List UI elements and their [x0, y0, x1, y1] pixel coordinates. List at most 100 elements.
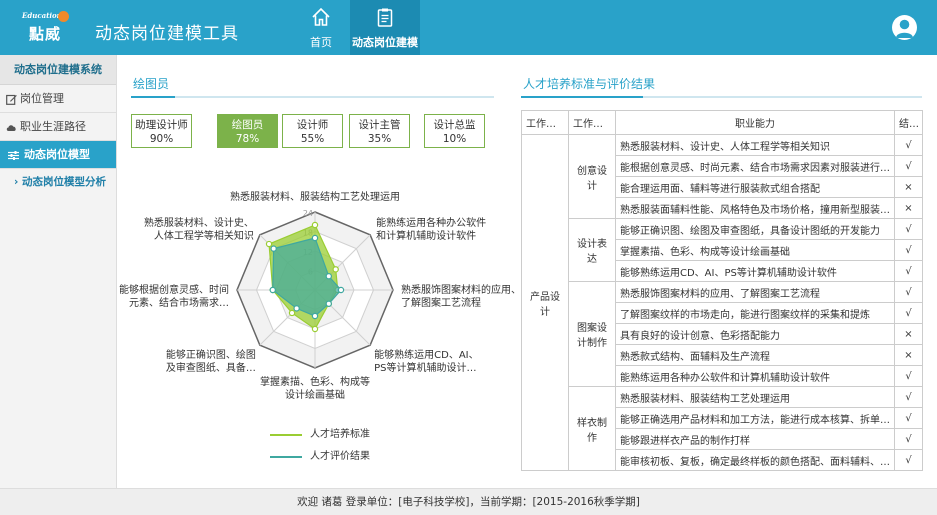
- radar-point: [325, 273, 332, 280]
- radar-axis-label: 掌握素描、色彩、构成等 设计绘画基础: [260, 376, 370, 402]
- radar-axis-label: 熟悉服装材料、设计史、 人体工程学等相关知识: [144, 217, 254, 243]
- role-name: 绘图员: [231, 119, 264, 131]
- ability-cell: 具有良好的设计创意、色彩搭配能力: [615, 323, 895, 345]
- radar-point: [311, 221, 319, 229]
- result-cell: √: [894, 260, 923, 282]
- home-icon: [312, 7, 330, 26]
- radar-axis-label: 熟悉服饰图案材料的应用、 了解图案工艺流程: [401, 284, 521, 310]
- result-cell: √: [894, 134, 923, 156]
- task-cell: 图案设计制作: [568, 281, 616, 387]
- logo-text-top: Education: [22, 11, 62, 20]
- role-button-design-supervisor[interactable]: 设计主管 35%: [349, 114, 410, 148]
- col-header: 工作项目: [521, 110, 569, 135]
- radar-axis-label-line: 能熟练运用各种办公软件: [376, 217, 487, 229]
- ability-cell: 能够正确识图、绘图及审查图纸，具备设计图纸的开发能力: [615, 218, 895, 240]
- result-cell: ×: [894, 176, 923, 198]
- sidebar-item-career-path[interactable]: 职业生涯路径: [0, 113, 116, 141]
- radar-axis-label-line: 熟悉服装材料、设计史、: [143, 217, 254, 229]
- radar-axis-label-line: PS等计算机辅助设计…: [374, 363, 477, 375]
- top-header: Education 點威 动态岗位建模工具 首页 动态岗位建模: [0, 0, 937, 55]
- left-panel-divider: [131, 96, 494, 98]
- result-cell: ×: [894, 323, 923, 345]
- role-button-draftsman[interactable]: 绘图员 78%: [217, 114, 278, 148]
- sliders-icon: [8, 151, 19, 160]
- radar-axis-label-line: 能够根据创意灵感、时间: [119, 285, 229, 296]
- task-cell: 样衣制作: [568, 386, 616, 471]
- radar-point: [293, 305, 300, 312]
- radar-axis-label-line: 设计绘画基础: [285, 390, 345, 401]
- ability-cell: 能够熟练运用CD、AI、PS等计算机辅助设计软件: [615, 260, 895, 282]
- ability-cell: 能根据创意灵感、时尚元素、结合市场需求因素对服装进行初…: [615, 155, 895, 177]
- radar-axis-label-line: 能够正确识图、绘图: [165, 350, 256, 362]
- result-cell: √: [894, 281, 923, 303]
- radar-tick-label: 24: [303, 209, 313, 218]
- result-cell: √: [894, 218, 923, 240]
- ability-cell: 能够正确选用产品材料和加工方法，能进行成本核算、拆单…: [615, 407, 895, 429]
- table-row: 设计表达 能够正确识图、绘图及审查图纸，具备设计图纸的开发能力 √: [522, 218, 923, 282]
- nav-dynamic-modeling[interactable]: 动态岗位建模: [350, 0, 420, 55]
- nav-home-label: 首页: [310, 36, 332, 49]
- ability-cell: 熟悉服装面辅料性能、风格特色及市场价格，撞用新型服装面…: [615, 197, 895, 219]
- radar-axis-label-line: 元素、结合市场需求…: [129, 298, 229, 309]
- role-name: 设计总监: [433, 119, 476, 131]
- footer: 欢迎 诸葛 登录单位：[电子科技学校]，当前学期：[2015-2016秋季学期]: [0, 488, 937, 515]
- app-title: 动态岗位建模工具: [95, 24, 239, 44]
- radar-axis-label: 能够正确识图、绘图 及审查图纸、具备…: [166, 349, 256, 375]
- role-name: 助理设计师: [135, 119, 188, 131]
- result-cell: √: [894, 302, 923, 324]
- radar-axis-label: 熟悉服装材料、服装结构工艺处理运用: [230, 191, 400, 204]
- role-name: 设计师: [296, 119, 329, 131]
- radar-point: [270, 245, 277, 252]
- role-pct: 55%: [300, 133, 325, 145]
- sidebar-item-label: 动态岗位模型: [24, 148, 90, 161]
- radar-axis-label: 能够根据创意灵感、时间元素、结合市场需求…: [119, 284, 229, 310]
- ability-cell: 能够跟进样衣产品的制作打样: [615, 428, 895, 450]
- ability-cell: 熟悉服饰图案材料的应用、了解图案工艺流程: [615, 281, 895, 303]
- sidebar-subitem-model-analysis[interactable]: › 动态岗位模型分析: [0, 169, 116, 195]
- radar-axis-label-line: 人体工程学等相关知识: [153, 230, 254, 242]
- role-button-assistant-designer[interactable]: 助理设计师 90%: [131, 114, 192, 148]
- radar-axis-label-line: 和计算机辅助设计软件: [376, 230, 477, 242]
- sidebar-item-label: 岗位管理: [20, 92, 64, 105]
- sidebar-title: 动态岗位建模系统: [0, 55, 116, 85]
- radar-axis-label-line: 及审查图纸、具备…: [165, 363, 256, 375]
- role-button-design-director[interactable]: 设计总监 10%: [424, 114, 485, 148]
- radar-point: [269, 286, 276, 294]
- role-pct: 10%: [442, 133, 467, 145]
- radar-point: [311, 312, 319, 320]
- legend-swatch: [270, 456, 302, 458]
- evaluation-table: 工作项目 工作任务 职业能力 结果 产品设计 创意设计 熟悉服装材料、设计史、人…: [521, 110, 923, 471]
- role-button-designer[interactable]: 设计师 55%: [282, 114, 343, 148]
- sidebar-item-label: 职业生涯路径: [20, 120, 86, 133]
- radar-axis-label: 能够熟练运用CD、AI、 PS等计算机辅助设计…: [374, 349, 478, 375]
- task-cell: 设计表达: [568, 218, 616, 282]
- sidebar-item-post-management[interactable]: 岗位管理: [0, 85, 116, 113]
- ability-cell: 熟悉款式结构、面辅料及生产流程: [615, 344, 895, 366]
- radar-point: [288, 309, 296, 317]
- user-icon: [896, 19, 913, 38]
- user-avatar-icon[interactable]: [892, 15, 917, 40]
- nav-dynamic-modeling-label: 动态岗位建模: [352, 36, 418, 49]
- sidebar-item-dynamic-model[interactable]: 动态岗位模型: [0, 141, 116, 169]
- result-cell: √: [894, 239, 923, 261]
- table-row: 产品设计 创意设计 熟悉服装材料、设计史、人体工程学等相关知识 √: [521, 134, 923, 471]
- radar-point: [332, 266, 339, 273]
- radar-axis-label-line: 了解图案工艺流程: [401, 298, 481, 309]
- radar-axis-label-line: 熟悉服饰图案材料的应用、: [401, 285, 521, 296]
- role-pct: 90%: [149, 133, 174, 145]
- ability-cell: 能审核初板、复板，确定最终样板的颜色搭配、面料辅料、款…: [615, 449, 895, 471]
- task-cell: 创意设计: [568, 134, 616, 219]
- ability-cell: 能熟练运用各种办公软件和计算机辅助设计软件: [615, 365, 895, 387]
- nav-home[interactable]: 首页: [296, 0, 346, 55]
- project-cell: 产品设计: [521, 134, 569, 471]
- result-cell: √: [894, 407, 923, 429]
- radar-axis-label-line: 掌握素描、色彩、构成等: [260, 377, 370, 388]
- result-cell: ×: [894, 344, 923, 366]
- result-cell: √: [894, 386, 923, 408]
- table-row: 样衣制作 熟悉服装材料、服装结构工艺处理运用 √: [522, 386, 923, 471]
- legend-swatch: [270, 434, 302, 436]
- logo[interactable]: Education 點威: [22, 11, 70, 45]
- role-pct: 35%: [367, 133, 392, 145]
- radar-point: [337, 286, 345, 294]
- role-selector: 助理设计师 90% 绘图员 78% 设计师 55% 设计主管 35% 设计总监 …: [131, 114, 494, 148]
